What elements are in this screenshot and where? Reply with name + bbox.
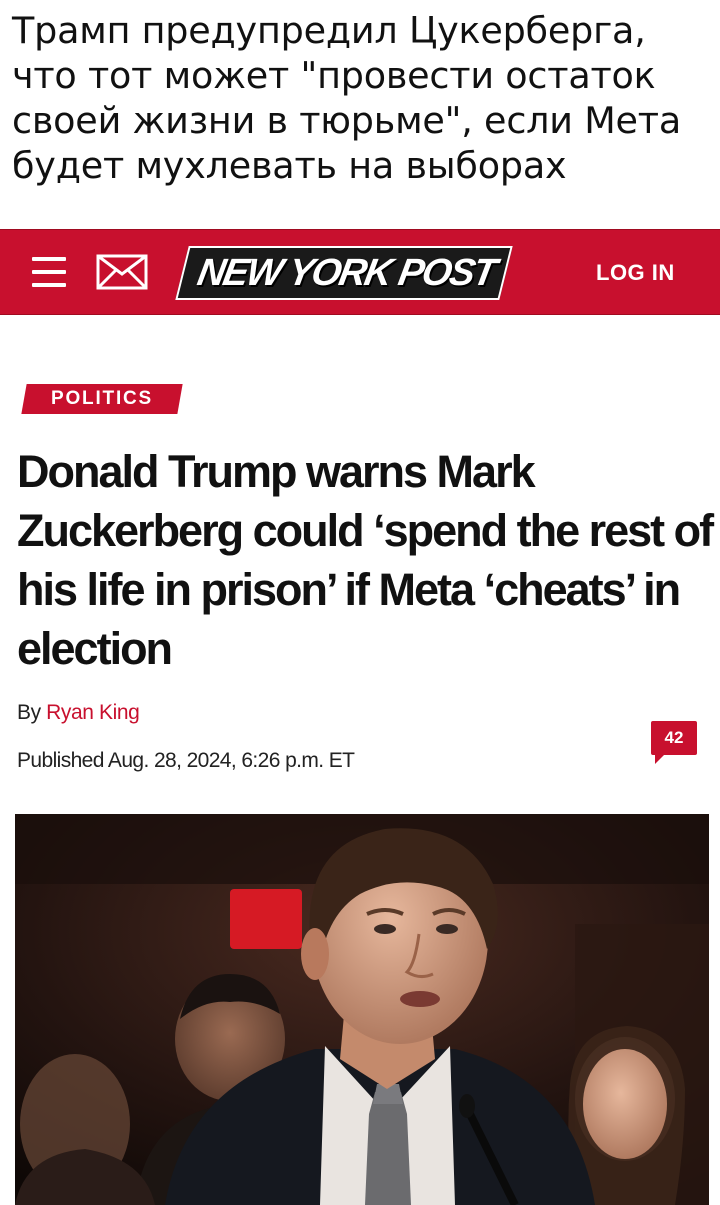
- site-header: NEW YORK POST LOG IN: [0, 229, 720, 315]
- article-photo[interactable]: [15, 814, 709, 1205]
- section-tag-politics[interactable]: POLITICS: [21, 384, 183, 414]
- post-caption: Трамп предупредил Цукерберга, что тот мо…: [12, 9, 682, 187]
- hamburger-menu-icon[interactable]: [32, 257, 66, 287]
- comments-button[interactable]: 42: [651, 721, 697, 765]
- logo-text: NEW YORK POST: [194, 252, 499, 294]
- section-tag-label: POLITICS: [50, 388, 153, 409]
- comment-bubble-tail: [655, 754, 665, 764]
- published-date: Published Aug. 28, 2024, 6:26 p.m. ET: [17, 749, 355, 772]
- photo-illustration: [15, 814, 709, 1205]
- author-link[interactable]: Ryan King: [46, 701, 140, 724]
- login-button[interactable]: LOG IN: [596, 260, 675, 286]
- byline: By Ryan King: [17, 701, 140, 725]
- article-headline: Donald Trump warns Mark Zuckerberg could…: [17, 446, 714, 674]
- site-logo[interactable]: NEW YORK POST: [175, 242, 514, 304]
- comment-count: 42: [651, 721, 697, 755]
- mail-icon[interactable]: [96, 254, 148, 290]
- byline-prefix: By: [17, 701, 41, 724]
